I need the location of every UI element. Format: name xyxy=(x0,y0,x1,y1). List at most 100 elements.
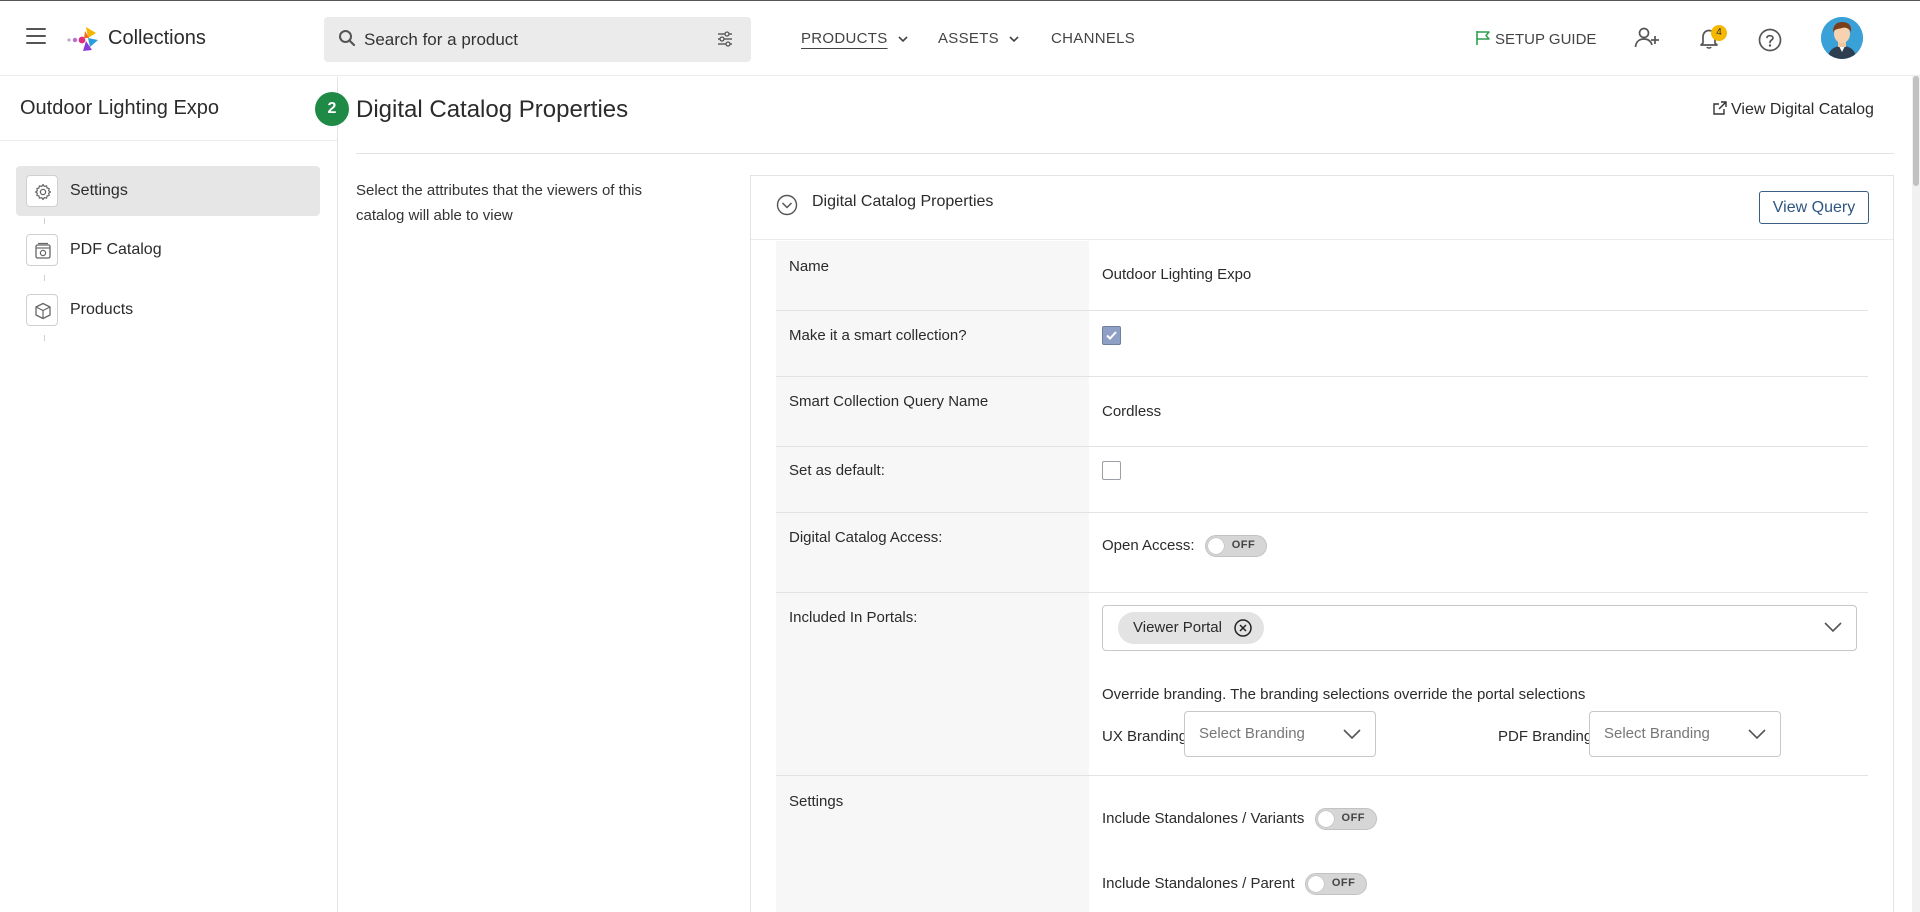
settings-label: Settings xyxy=(789,793,844,810)
sidebar-item-label: Settings xyxy=(70,182,128,199)
row-set-default: Set as default: xyxy=(776,447,1868,513)
parent-group: Include Standalones / Parent OFF xyxy=(1102,873,1367,895)
external-link-icon xyxy=(1713,101,1727,115)
nav-assets[interactable]: ASSETS xyxy=(938,30,1020,47)
chevron-down-icon xyxy=(898,35,908,42)
pdf-branding-label: PDF Branding xyxy=(1498,728,1593,745)
setup-guide-link[interactable]: SETUP GUIDE xyxy=(1475,30,1596,48)
filter-sliders-icon[interactable] xyxy=(717,31,733,47)
sidebar-item-label: Products xyxy=(70,301,134,318)
view-digital-catalog-label: View Digital Catalog xyxy=(1731,101,1874,118)
scrollbar-thumb[interactable] xyxy=(1913,76,1919,186)
row-included-portals: Included In Portals: Viewer Portal Overr… xyxy=(776,593,1868,776)
parent-toggle[interactable]: OFF xyxy=(1304,873,1367,895)
user-avatar-icon xyxy=(1821,17,1863,59)
setup-guide-label: SETUP GUIDE xyxy=(1495,31,1597,48)
row-settings: Settings Include Standalones / Variants … xyxy=(776,776,1868,912)
override-branding-text: Override branding. The branding selectio… xyxy=(1102,686,1586,703)
smart-collection-label: Make it a smart collection? xyxy=(789,327,967,344)
panel-header: Digital Catalog Properties View Query xyxy=(751,176,1893,240)
properties-panel: Digital Catalog Properties View Query Na… xyxy=(750,175,1894,912)
avatar[interactable] xyxy=(1821,17,1863,59)
check-icon xyxy=(1106,331,1117,340)
toggle-state: OFF xyxy=(1231,539,1256,551)
sidebar-icon-box xyxy=(26,234,58,266)
chevron-down-icon xyxy=(1009,35,1020,42)
help-icon[interactable] xyxy=(1758,28,1782,52)
open-access-label: Open Access: xyxy=(1102,536,1195,554)
chevron-down-icon xyxy=(1824,622,1842,633)
row-query-name: Smart Collection Query Name Cordless xyxy=(776,377,1868,447)
page-title: Digital Catalog Properties xyxy=(356,96,629,123)
search-input[interactable]: Search for a product xyxy=(364,30,518,50)
connector xyxy=(44,275,45,281)
sidebar-item-settings[interactable]: Settings xyxy=(16,166,320,216)
divider xyxy=(356,153,1894,154)
chevron-down-icon xyxy=(1343,729,1361,740)
label-cell xyxy=(776,513,1089,592)
connector xyxy=(44,218,45,224)
row-name: Name Outdoor Lighting Expo xyxy=(776,241,1868,311)
open-access-group: Open Access: OFF xyxy=(1102,535,1267,557)
open-access-toggle[interactable]: OFF xyxy=(1204,535,1267,557)
sidebar-icon-box xyxy=(26,175,58,207)
portal-chip: Viewer Portal xyxy=(1118,612,1264,644)
chevron-down-icon xyxy=(1748,729,1766,740)
top-bar: Collections Search for a product PRODUCT… xyxy=(0,0,1920,76)
nav-products[interactable]: PRODUCTS xyxy=(801,30,908,47)
app-title: Collections xyxy=(108,27,206,49)
nav-assets-label: ASSETS xyxy=(938,30,999,47)
row-smart-collection: Make it a smart collection? xyxy=(776,311,1868,377)
ux-branding-label: UX Branding xyxy=(1102,728,1188,745)
name-value[interactable]: Outdoor Lighting Expo xyxy=(1102,266,1251,283)
toggle-knob xyxy=(1307,876,1324,892)
toggle-state: OFF xyxy=(1331,877,1356,889)
app-logo-icon xyxy=(67,27,98,51)
row-catalog-access: Digital Catalog Access: Open Access: OFF xyxy=(776,513,1868,593)
portal-chip-label: Viewer Portal xyxy=(1133,619,1222,636)
label-cell xyxy=(776,241,1089,310)
query-name-value[interactable]: Cordless xyxy=(1102,403,1161,420)
panel-title: Digital Catalog Properties xyxy=(812,193,994,210)
collection-title: Outdoor Lighting Expo xyxy=(20,97,220,119)
variants-label: Include Standalones / Variants xyxy=(1102,809,1305,827)
parent-label: Include Standalones / Parent xyxy=(1102,874,1295,892)
smart-collection-checkbox[interactable] xyxy=(1102,326,1121,345)
ux-branding-placeholder: Select Branding xyxy=(1199,725,1305,742)
toggle-state: OFF xyxy=(1341,812,1366,824)
sidebar-icon-box xyxy=(26,294,58,326)
box-icon xyxy=(35,302,51,320)
add-user-icon[interactable] xyxy=(1634,27,1660,49)
pdf-catalog-icon xyxy=(35,242,51,259)
toggle-knob xyxy=(1207,538,1224,554)
pdf-branding-placeholder: Select Branding xyxy=(1604,725,1710,742)
label-cell xyxy=(776,377,1089,446)
variants-toggle[interactable]: OFF xyxy=(1314,808,1377,830)
ux-branding-select[interactable]: Select Branding xyxy=(1184,711,1376,757)
remove-circle-icon[interactable] xyxy=(1234,619,1252,637)
page-scrollbar[interactable] xyxy=(1912,76,1920,912)
name-label: Name xyxy=(789,258,830,275)
sidebar-item-pdf-catalog[interactable]: PDF Catalog xyxy=(16,225,320,275)
catalog-access-label: Digital Catalog Access: xyxy=(789,529,943,546)
gear-icon xyxy=(34,183,52,201)
portals-multiselect[interactable]: Viewer Portal xyxy=(1102,605,1857,651)
toggle-knob xyxy=(1317,811,1334,827)
pdf-branding-select[interactable]: Select Branding xyxy=(1589,711,1781,757)
search-icon xyxy=(339,30,356,47)
nav-channels[interactable]: CHANNELS xyxy=(1051,30,1135,47)
sidebar-item-label: PDF Catalog xyxy=(70,241,162,258)
set-default-label: Set as default: xyxy=(789,462,885,479)
search-bar[interactable]: Search for a product xyxy=(324,17,751,62)
menu-icon[interactable] xyxy=(26,28,46,46)
sidebar: Outdoor Lighting Expo Settings PDF Catal… xyxy=(0,77,338,912)
query-name-label: Smart Collection Query Name xyxy=(789,393,989,410)
sidebar-item-products[interactable]: Products xyxy=(16,285,320,335)
set-default-checkbox[interactable] xyxy=(1102,461,1121,480)
nav-products-label: PRODUCTS xyxy=(801,30,888,47)
view-query-button[interactable]: View Query xyxy=(1759,191,1869,224)
included-portals-label: Included In Portals: xyxy=(789,609,918,626)
collapse-chevron-icon[interactable] xyxy=(776,194,798,216)
nav-channels-label: CHANNELS xyxy=(1051,30,1136,47)
view-digital-catalog-link[interactable]: View Digital Catalog xyxy=(1712,100,1874,119)
